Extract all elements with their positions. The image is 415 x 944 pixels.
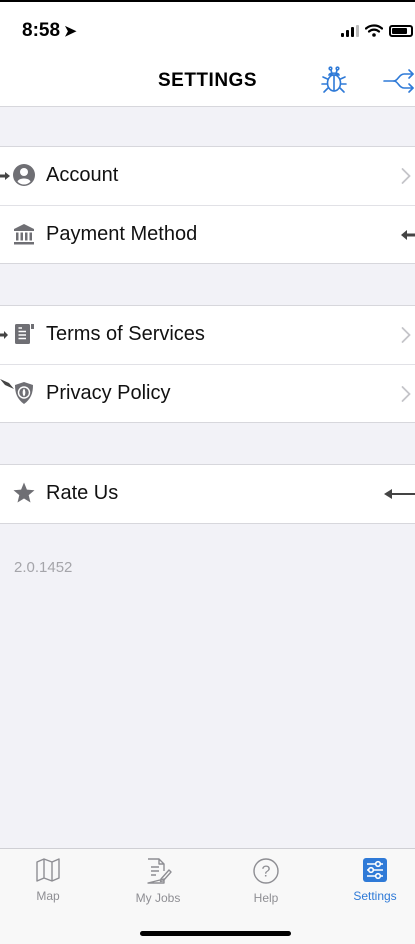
- rate-us-row[interactable]: Rate Us: [0, 465, 415, 523]
- bug-report-icon[interactable]: [318, 65, 350, 97]
- tab-help-label: Help: [253, 891, 279, 905]
- bank-icon: [14, 224, 34, 245]
- home-indicator[interactable]: [140, 931, 291, 936]
- battery-icon: [389, 24, 413, 37]
- tab-map-label: Map: [36, 889, 60, 903]
- payment-method-row[interactable]: Payment Method: [0, 205, 415, 263]
- sliders-icon: [363, 858, 387, 882]
- wifi-icon: [365, 24, 383, 37]
- tab-map[interactable]: Map: [3, 857, 93, 909]
- map-icon: [36, 858, 60, 882]
- svg-text:?: ?: [262, 864, 271, 881]
- share-icon[interactable]: [382, 66, 415, 96]
- status-time: 8:58 ➤: [22, 20, 77, 42]
- privacy-policy-label: Privacy Policy: [46, 382, 171, 404]
- location-arrow-icon: ➤: [64, 23, 77, 40]
- status-time-text: 8:58: [22, 20, 61, 41]
- status-icons: [341, 24, 413, 37]
- terms-of-services-row[interactable]: Terms of Services: [0, 306, 415, 364]
- star-icon: [13, 482, 35, 503]
- pointer-arrow-icon: [0, 331, 8, 339]
- payment-method-label: Payment Method: [46, 223, 198, 245]
- rate-us-label: Rate Us: [46, 482, 119, 504]
- tab-settings[interactable]: Settings: [330, 857, 415, 909]
- help-icon: ?: [253, 858, 279, 884]
- settings-screen: 8:58 ➤ SETTINGS Account Payment Method T…: [0, 0, 415, 944]
- app-version: 2.0.1452: [14, 559, 73, 576]
- page-title: SETTINGS: [157, 70, 257, 91]
- navigation-bar: SETTINGS: [0, 50, 415, 107]
- pointer-arrow-icon: [384, 489, 415, 499]
- chevron-right-icon: [401, 386, 411, 402]
- terms-of-services-label: Terms of Services: [46, 323, 205, 345]
- document-edit-icon: [147, 858, 172, 884]
- pointer-arrow-icon: [0, 172, 10, 180]
- shield-icon: [15, 382, 33, 404]
- tab-my-jobs[interactable]: My Jobs: [113, 857, 203, 909]
- account-settings-group: Account Payment Method: [0, 146, 415, 264]
- tab-bar: Map My Jobs ? Help Settings: [0, 848, 415, 944]
- tab-settings-label: Settings: [353, 889, 397, 903]
- feedback-group: Rate Us: [0, 464, 415, 524]
- tab-my-jobs-label: My Jobs: [135, 891, 181, 905]
- tab-help[interactable]: ? Help: [221, 857, 311, 909]
- chevron-right-icon: [401, 327, 411, 343]
- pointer-arrow-icon: [401, 230, 415, 240]
- privacy-policy-row[interactable]: Privacy Policy: [0, 364, 415, 422]
- document-icon: [15, 324, 34, 344]
- legal-group: Terms of Services Privacy Policy: [0, 305, 415, 423]
- cellular-signal-icon: [341, 24, 359, 37]
- user-circle-icon: [13, 164, 35, 186]
- account-label: Account: [46, 164, 119, 186]
- status-bar: 8:58 ➤: [0, 0, 415, 50]
- account-row[interactable]: Account: [0, 147, 415, 205]
- chevron-right-icon: [401, 168, 411, 184]
